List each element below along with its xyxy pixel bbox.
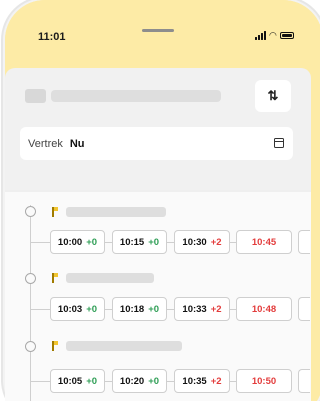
departure-time: 10:30 — [182, 236, 207, 248]
delay-badge: +2 — [210, 375, 222, 387]
departure-time-chip[interactable]: 10:03 +0 — [50, 297, 105, 321]
departure-time-chip[interactable]: 10:48 — [236, 297, 292, 321]
wifi-icon: ◠ — [269, 30, 277, 40]
departure-time: 10:50 — [251, 375, 277, 387]
departure-time-chip[interactable]: 10:05 +0 — [50, 369, 105, 393]
stop-dot — [25, 206, 36, 217]
departure-time-chip[interactable]: 10:15 +0 — [112, 230, 167, 254]
departure-time-chip[interactable]: 10:45 — [236, 230, 292, 254]
stop-dot — [25, 341, 36, 352]
chip-connector — [167, 242, 174, 243]
delay-badge: +0 — [148, 375, 160, 387]
departure-time: 10:35 — [182, 375, 207, 387]
line-badge-placeholder — [25, 89, 46, 103]
delay-badge: +0 — [86, 303, 98, 315]
departure-label: Vertrek — [28, 137, 63, 150]
status-bar: 11:01 ◠ — [5, 0, 320, 70]
delay-badge: +0 — [148, 236, 160, 248]
swap-direction-button[interactable]: ⇅ — [255, 80, 291, 112]
chip-connector — [167, 309, 174, 310]
delay-badge: +2 — [210, 236, 222, 248]
departure-value: Nu — [69, 137, 85, 150]
departure-time-chip[interactable]: 10:33 +2 — [174, 297, 230, 321]
departure-time-chip-partial[interactable] — [298, 230, 310, 254]
flag-icon — [52, 273, 58, 283]
battery-icon — [279, 32, 294, 39]
departure-time: 10:00 — [57, 236, 83, 248]
departure-time-chip[interactable]: 10:35 +2 — [174, 369, 230, 393]
departure-time-chip[interactable]: 10:20 +0 — [112, 369, 167, 393]
departure-time: 10:18 — [119, 303, 145, 315]
departure-time-chip[interactable]: 10:30 +2 — [174, 230, 230, 254]
departure-time-chip-partial[interactable] — [298, 297, 310, 321]
departure-time-chip-partial[interactable] — [298, 369, 310, 393]
departure-time: 10:33 — [182, 303, 207, 315]
delay-badge: +0 — [148, 303, 160, 315]
departure-time: 10:03 — [57, 303, 83, 315]
calendar-icon[interactable] — [274, 138, 284, 148]
stop-name-placeholder — [66, 273, 154, 283]
status-icons: ◠ — [255, 31, 294, 40]
stop-name-placeholder — [66, 341, 182, 351]
notch — [142, 29, 174, 32]
swap-icon: ⇅ — [267, 88, 279, 103]
flag-icon — [52, 341, 58, 351]
timeline-line — [30, 205, 31, 401]
stop-name-placeholder — [66, 207, 166, 217]
departure-field[interactable]: Vertrek Nu — [20, 127, 293, 160]
departure-time-chip[interactable]: 10:18 +0 — [112, 297, 167, 321]
departure-time: 10:15 — [119, 236, 145, 248]
flag-icon — [52, 207, 58, 217]
departure-time: 10:20 — [119, 375, 145, 387]
stop-dot — [25, 273, 36, 284]
chip-connector — [105, 309, 112, 310]
timeline-branch — [30, 242, 50, 243]
departure-time-chip[interactable]: 10:50 — [236, 369, 292, 393]
delay-badge: +0 — [86, 236, 98, 248]
chip-connector — [167, 381, 174, 382]
timeline-branch — [30, 309, 50, 310]
departure-time: 10:05 — [57, 375, 83, 387]
status-time: 11:01 — [38, 31, 66, 43]
timeline-branch — [30, 381, 50, 382]
departure-time: 10:48 — [251, 303, 277, 315]
delay-badge: +0 — [86, 375, 98, 387]
delay-badge: +2 — [210, 303, 222, 315]
chip-connector — [105, 242, 112, 243]
route-title-placeholder — [51, 90, 221, 102]
chip-connector — [105, 381, 112, 382]
departure-time-chip[interactable]: 10:00 +0 — [50, 230, 105, 254]
signal-icon — [255, 31, 266, 40]
departure-time: 10:45 — [251, 236, 277, 248]
